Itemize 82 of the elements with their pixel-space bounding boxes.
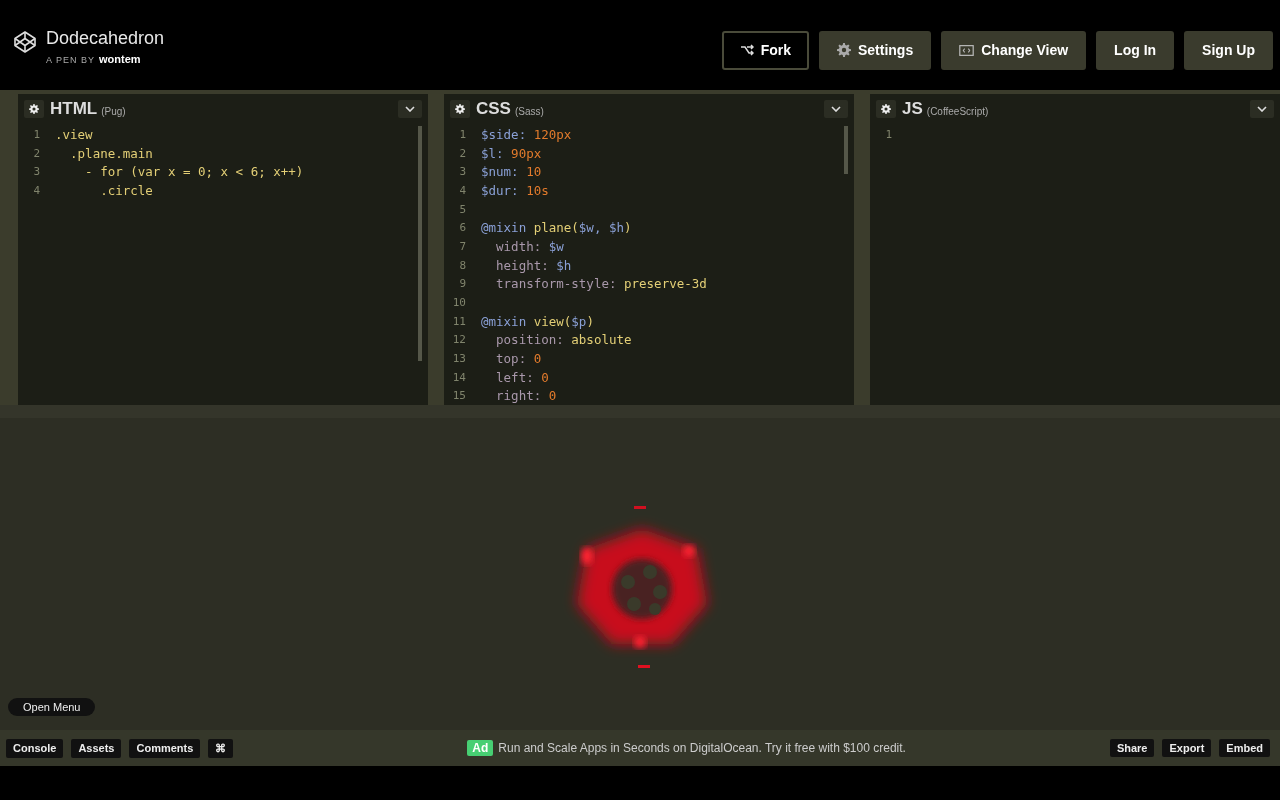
footer-button[interactable]: Console — [6, 738, 64, 758]
code-line: top: 0 — [495, 351, 542, 367]
gear-icon — [29, 104, 39, 114]
footer-button[interactable]: Comments — [129, 738, 201, 758]
logo-icon — [13, 29, 37, 54]
editor-title: HTML — [50, 99, 98, 119]
code-line: @mixin view($p) — [481, 313, 594, 329]
line-number: 14 — [451, 370, 466, 384]
editor-settings-button[interactable] — [24, 100, 44, 118]
code-line: @mixin plane($w, $h) — [481, 220, 632, 236]
editor-settings-button[interactable] — [450, 100, 470, 118]
chevron-down-icon — [831, 106, 841, 112]
footer-button[interactable]: Export — [1162, 739, 1212, 757]
editor-menu-button[interactable] — [824, 100, 848, 118]
line-number: 8 — [458, 258, 466, 272]
code-editor-panel[interactable] — [444, 94, 854, 405]
editor-language: (Pug) — [101, 105, 126, 117]
line-number: 9 — [458, 277, 466, 291]
header-button[interactable]: Settings — [819, 30, 932, 70]
editor-menu-button[interactable] — [398, 100, 422, 118]
line-number: 4 — [458, 183, 466, 197]
code-line: width: $w — [495, 238, 564, 254]
editor-menu-button[interactable] — [1250, 100, 1274, 118]
code-editor-panel[interactable]: JS (CoffeeScript) 1 — [870, 94, 1280, 405]
code-line: - for (var x = 0; x < 6; x++) — [84, 164, 304, 180]
chevron-down-icon — [1257, 106, 1267, 112]
code-line: $dur: 10s — [481, 182, 549, 198]
line-number: 4 — [32, 183, 40, 197]
line-number: 13 — [451, 352, 466, 366]
code-line: .plane.main — [69, 145, 153, 161]
author-link[interactable]: wontem — [99, 52, 141, 65]
footer-button[interactable]: ⌘ — [208, 738, 234, 758]
line-number: 5 — [458, 202, 466, 216]
line-number: 2 — [32, 146, 40, 160]
code-line: left: 0 — [495, 369, 549, 385]
code-line: right: 0 — [495, 388, 557, 404]
open-menu-button[interactable]: Open Menu — [8, 698, 96, 716]
line-number: 10 — [451, 296, 466, 310]
pen-title: Dodecahedron — [46, 27, 165, 49]
line-number: 7 — [458, 239, 466, 253]
footer-button[interactable]: Share — [1109, 739, 1155, 757]
line-number: 1 — [884, 127, 892, 141]
editor-title: CSS — [476, 99, 511, 119]
code-line: $num: 10 — [481, 164, 542, 180]
code-line: transform-style: preserve-3d — [495, 276, 707, 292]
ad-link[interactable]: Run and Scale Apps in Seconds on DigitalOcean. Try it free with $100 credit. — [498, 741, 906, 755]
line-number: 2 — [458, 146, 466, 160]
line-number: 1 — [458, 127, 466, 141]
code-line: .view — [55, 126, 93, 142]
line-number: 3 — [32, 165, 40, 179]
code-line: position: absolute — [495, 332, 632, 348]
header-button[interactable]: Sign Up — [1184, 30, 1273, 70]
footer-button[interactable]: Assets — [71, 738, 122, 758]
header-button[interactable]: Log In — [1096, 30, 1175, 70]
line-number: 12 — [451, 333, 466, 347]
editor-language: (CoffeeScript) — [926, 105, 989, 117]
line-number: 1 — [32, 127, 40, 141]
line-number: 6 — [458, 221, 466, 235]
scrollbar[interactable] — [418, 126, 422, 361]
code-line: $l: 90px — [481, 145, 542, 161]
line-number: 3 — [458, 165, 466, 179]
editor-language: (Sass) — [514, 105, 544, 117]
byline-label: A PEN BY — [46, 54, 96, 65]
gear-icon — [881, 104, 891, 114]
footer-button[interactable]: Embed — [1219, 739, 1270, 757]
gear-icon — [837, 43, 851, 57]
code-line: $side: 120px — [481, 126, 572, 142]
editor-settings-button[interactable] — [876, 100, 896, 118]
header-button[interactable]: Change View — [941, 30, 1087, 70]
line-number: 11 — [451, 314, 466, 328]
code-line: .circle — [99, 182, 153, 198]
chevron-down-icon — [405, 106, 415, 112]
scrollbar[interactable] — [844, 126, 848, 174]
line-number: 15 — [451, 389, 466, 403]
gear-icon — [455, 104, 465, 114]
code-editor-panel[interactable]: HTML (Pug) 1 .view 2 .plane.main 3 - for (var x = 0; x < 6; x++) 4 .circle — [18, 94, 428, 405]
window-icon — [959, 44, 975, 56]
editor-title: JS — [902, 99, 923, 119]
code-line: height: $h — [495, 257, 572, 273]
header-button[interactable]: Fork — [721, 30, 809, 70]
fork-icon — [739, 44, 754, 56]
ad-badge: Ad — [467, 740, 494, 756]
